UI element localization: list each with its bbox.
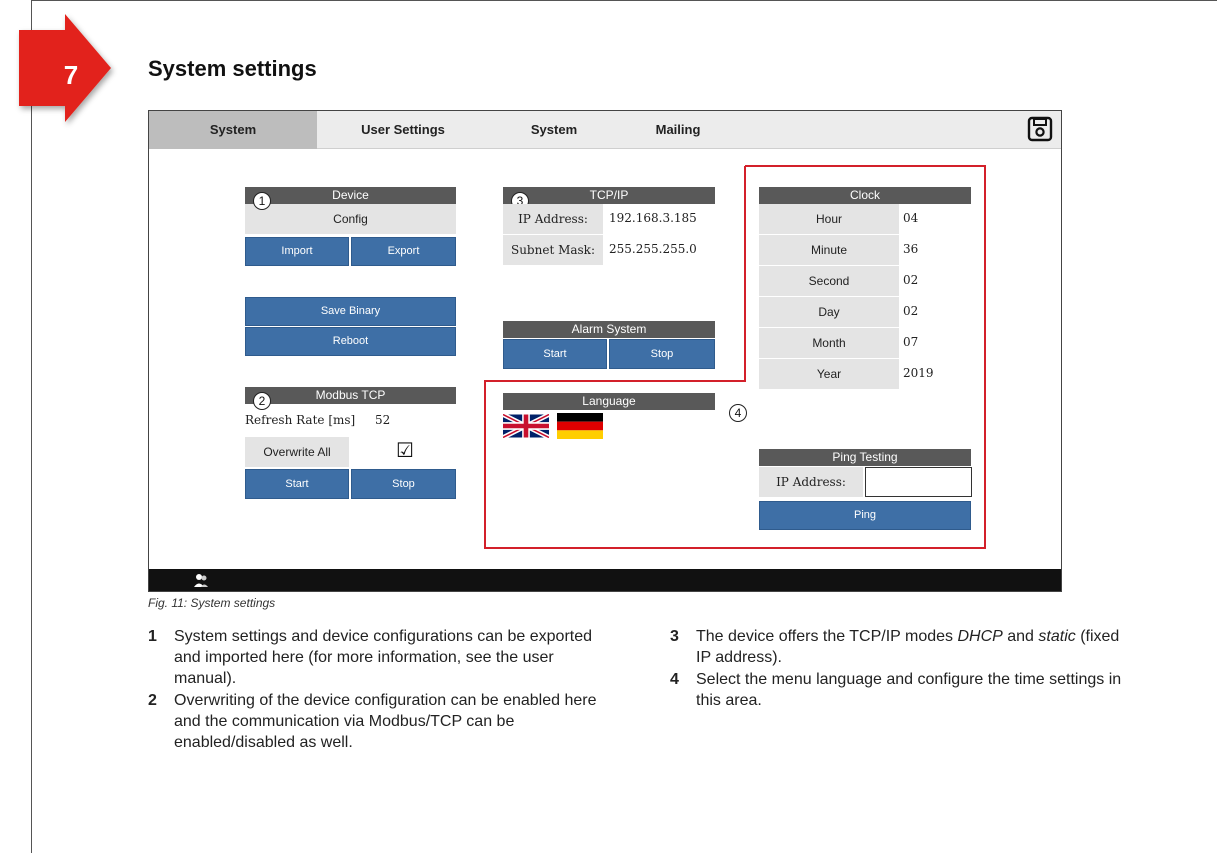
callout-1: 1 bbox=[253, 192, 271, 210]
modbus-stop-button[interactable]: Stop bbox=[351, 469, 456, 499]
language-header: Language bbox=[503, 393, 715, 410]
description-number: 2 bbox=[148, 692, 157, 709]
subnet-mask-label: Subnet Mask: bbox=[503, 235, 603, 265]
refresh-rate-value[interactable]: 52 bbox=[375, 413, 390, 427]
ping-header: Ping Testing bbox=[759, 449, 971, 466]
tab-mailing[interactable]: Mailing bbox=[619, 111, 737, 149]
description-number: 1 bbox=[148, 628, 157, 645]
clock-hour-label: Hour bbox=[759, 204, 899, 234]
export-button[interactable]: Export bbox=[351, 237, 456, 266]
mode-dhcp: DHCP bbox=[957, 628, 1003, 645]
description-number: 4 bbox=[670, 671, 679, 688]
clock-minute-value[interactable]: 36 bbox=[903, 242, 918, 256]
mode-static: static bbox=[1038, 628, 1076, 645]
alarm-stop-button[interactable]: Stop bbox=[609, 339, 715, 369]
clock-year-label: Year bbox=[759, 359, 899, 389]
tab-bar: System User Settings System Mailing bbox=[149, 111, 1061, 149]
callout-2: 2 bbox=[253, 392, 271, 410]
ping-button[interactable]: Ping bbox=[759, 501, 971, 530]
refresh-rate-label: Refresh Rate [ms] bbox=[245, 413, 356, 427]
page-title: System settings bbox=[148, 56, 317, 81]
germany-flag-icon[interactable] bbox=[557, 413, 603, 439]
ping-ip-label: IP Address: bbox=[759, 467, 863, 497]
clock-hour-value[interactable]: 04 bbox=[903, 211, 918, 225]
alarm-start-button[interactable]: Start bbox=[503, 339, 607, 369]
clock-second-value[interactable]: 02 bbox=[903, 273, 918, 287]
description-text-part: and bbox=[1002, 628, 1039, 645]
clock-month-value[interactable]: 07 bbox=[903, 335, 918, 349]
modbus-start-button[interactable]: Start bbox=[245, 469, 349, 499]
overwrite-all-label: Overwrite All bbox=[245, 437, 349, 467]
modbus-header: Modbus TCP bbox=[245, 387, 456, 404]
save-icon[interactable] bbox=[1027, 116, 1053, 142]
alarm-header: Alarm System bbox=[503, 321, 715, 338]
description-text: Select the menu language and configure t… bbox=[696, 671, 1122, 709]
tab-system-2[interactable]: System bbox=[489, 111, 619, 149]
description-4: 4 Select the menu language and configure… bbox=[670, 669, 1130, 711]
users-icon[interactable] bbox=[193, 572, 209, 588]
ip-address-value[interactable]: 192.168.3.185 bbox=[609, 211, 697, 225]
clock-day-label: Day bbox=[759, 297, 899, 327]
description-text-part: The device offers the TCP/IP modes bbox=[696, 628, 958, 645]
clock-minute-label: Minute bbox=[759, 235, 899, 265]
reboot-button[interactable]: Reboot bbox=[245, 327, 456, 356]
clock-header: Clock bbox=[759, 187, 971, 204]
import-button[interactable]: Import bbox=[245, 237, 349, 266]
clock-second-label: Second bbox=[759, 266, 899, 296]
clock-year-value[interactable]: 2019 bbox=[903, 366, 934, 380]
device-header: Device bbox=[245, 187, 456, 204]
description-text: Overwriting of the device configuration … bbox=[174, 692, 597, 751]
callout-4: 4 bbox=[729, 404, 747, 422]
save-binary-button[interactable]: Save Binary bbox=[245, 297, 456, 326]
description-text: The device offers the TCP/IP modes DHCP … bbox=[670, 626, 1130, 668]
ping-ip-input[interactable] bbox=[865, 467, 972, 497]
overwrite-all-checkbox[interactable]: ☑ bbox=[395, 441, 415, 461]
description-3: 3 The device offers the TCP/IP modes DHC… bbox=[670, 626, 1130, 668]
device-screenshot: System User Settings System Mailing Devi… bbox=[148, 110, 1062, 592]
ip-address-label: IP Address: bbox=[503, 204, 603, 234]
status-bar bbox=[149, 569, 1061, 591]
config-label: Config bbox=[245, 204, 456, 234]
step-arrow-badge: 7 bbox=[13, 12, 123, 132]
description-2: 2 Overwriting of the device configuratio… bbox=[148, 690, 608, 753]
uk-flag-icon[interactable] bbox=[503, 414, 549, 438]
description-1: 1 System settings and device configurati… bbox=[148, 626, 608, 689]
clock-month-label: Month bbox=[759, 328, 899, 358]
tcpip-header: TCP/IP bbox=[503, 187, 715, 204]
description-text: System settings and device configuration… bbox=[174, 628, 593, 687]
description-number: 3 bbox=[670, 628, 679, 645]
step-number: 7 bbox=[63, 60, 79, 90]
tab-user-settings[interactable]: User Settings bbox=[317, 111, 489, 149]
clock-day-value[interactable]: 02 bbox=[903, 304, 918, 318]
subnet-mask-value[interactable]: 255.255.255.0 bbox=[609, 242, 697, 256]
tab-system[interactable]: System bbox=[149, 111, 317, 149]
figure-caption: Fig. 11: System settings bbox=[148, 596, 276, 610]
